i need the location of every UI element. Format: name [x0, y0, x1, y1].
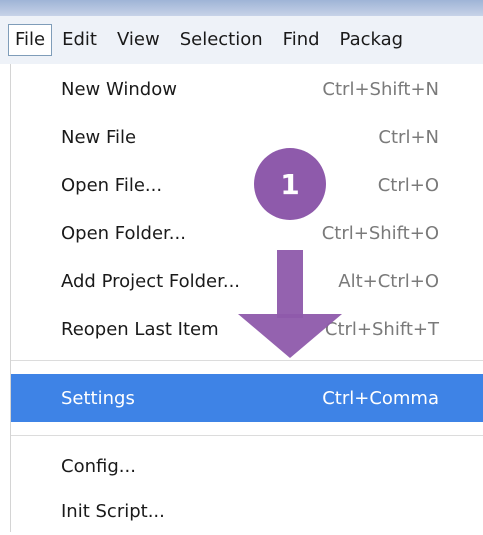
menubar-file[interactable]: File: [8, 24, 53, 56]
menu-item-label: Init Script...: [61, 500, 165, 522]
menu-item-label: New File: [61, 126, 137, 148]
window-title-strip: [0, 0, 483, 16]
menu-separator: [11, 435, 483, 436]
menu-item-shortcut: Ctrl+N: [378, 126, 439, 148]
menu-item-shortcut: Ctrl+Shift+N: [322, 78, 439, 100]
menubar-find[interactable]: Find: [273, 25, 330, 55]
menu-item-label: Reopen Last Item: [61, 318, 219, 340]
menu-item-config[interactable]: Config...: [11, 442, 483, 490]
menu-separator: [11, 360, 483, 361]
menu-item-init-script[interactable]: Init Script...: [11, 487, 483, 535]
menu-item-shortcut: Alt+Ctrl+O: [338, 270, 439, 292]
menubar-edit[interactable]: Edit: [52, 25, 107, 55]
menu-item-label: New Window: [61, 78, 177, 100]
file-menu-panel: New Window Ctrl+Shift+N New File Ctrl+N …: [10, 64, 483, 532]
menu-item-shortcut: Ctrl+Comma: [322, 387, 439, 409]
menu-item-label: Open Folder...: [61, 222, 186, 244]
menubar-selection[interactable]: Selection: [170, 25, 273, 55]
menubar-view[interactable]: View: [107, 25, 170, 55]
menu-item-label: Add Project Folder...: [61, 270, 241, 292]
menu-item-label: Open File...: [61, 174, 163, 196]
menu-item-add-project-folder[interactable]: Add Project Folder... Alt+Ctrl+O: [11, 257, 483, 305]
menu-item-label: Config...: [61, 455, 136, 477]
menu-item-new-file[interactable]: New File Ctrl+N: [11, 113, 483, 161]
menu-item-shortcut: Ctrl+Shift+O: [321, 222, 439, 244]
menu-item-reopen-last-item[interactable]: Reopen Last Item Ctrl+Shift+T: [11, 305, 483, 353]
menu-item-shortcut: Ctrl+O: [377, 174, 439, 196]
menu-item-label: Settings: [61, 387, 135, 409]
menu-item-open-folder[interactable]: Open Folder... Ctrl+Shift+O: [11, 209, 483, 257]
menu-item-settings[interactable]: Settings Ctrl+Comma: [11, 374, 483, 422]
menu-item-new-window[interactable]: New Window Ctrl+Shift+N: [11, 65, 483, 113]
file-menu-dropdown: New Window Ctrl+Shift+N New File Ctrl+N …: [0, 64, 483, 532]
menu-bar: File Edit View Selection Find Packag: [0, 16, 483, 65]
menu-item-open-file[interactable]: Open File... Ctrl+O: [11, 161, 483, 209]
menu-item-shortcut: Ctrl+Shift+T: [324, 318, 439, 340]
menubar-packages[interactable]: Packag: [330, 25, 414, 55]
